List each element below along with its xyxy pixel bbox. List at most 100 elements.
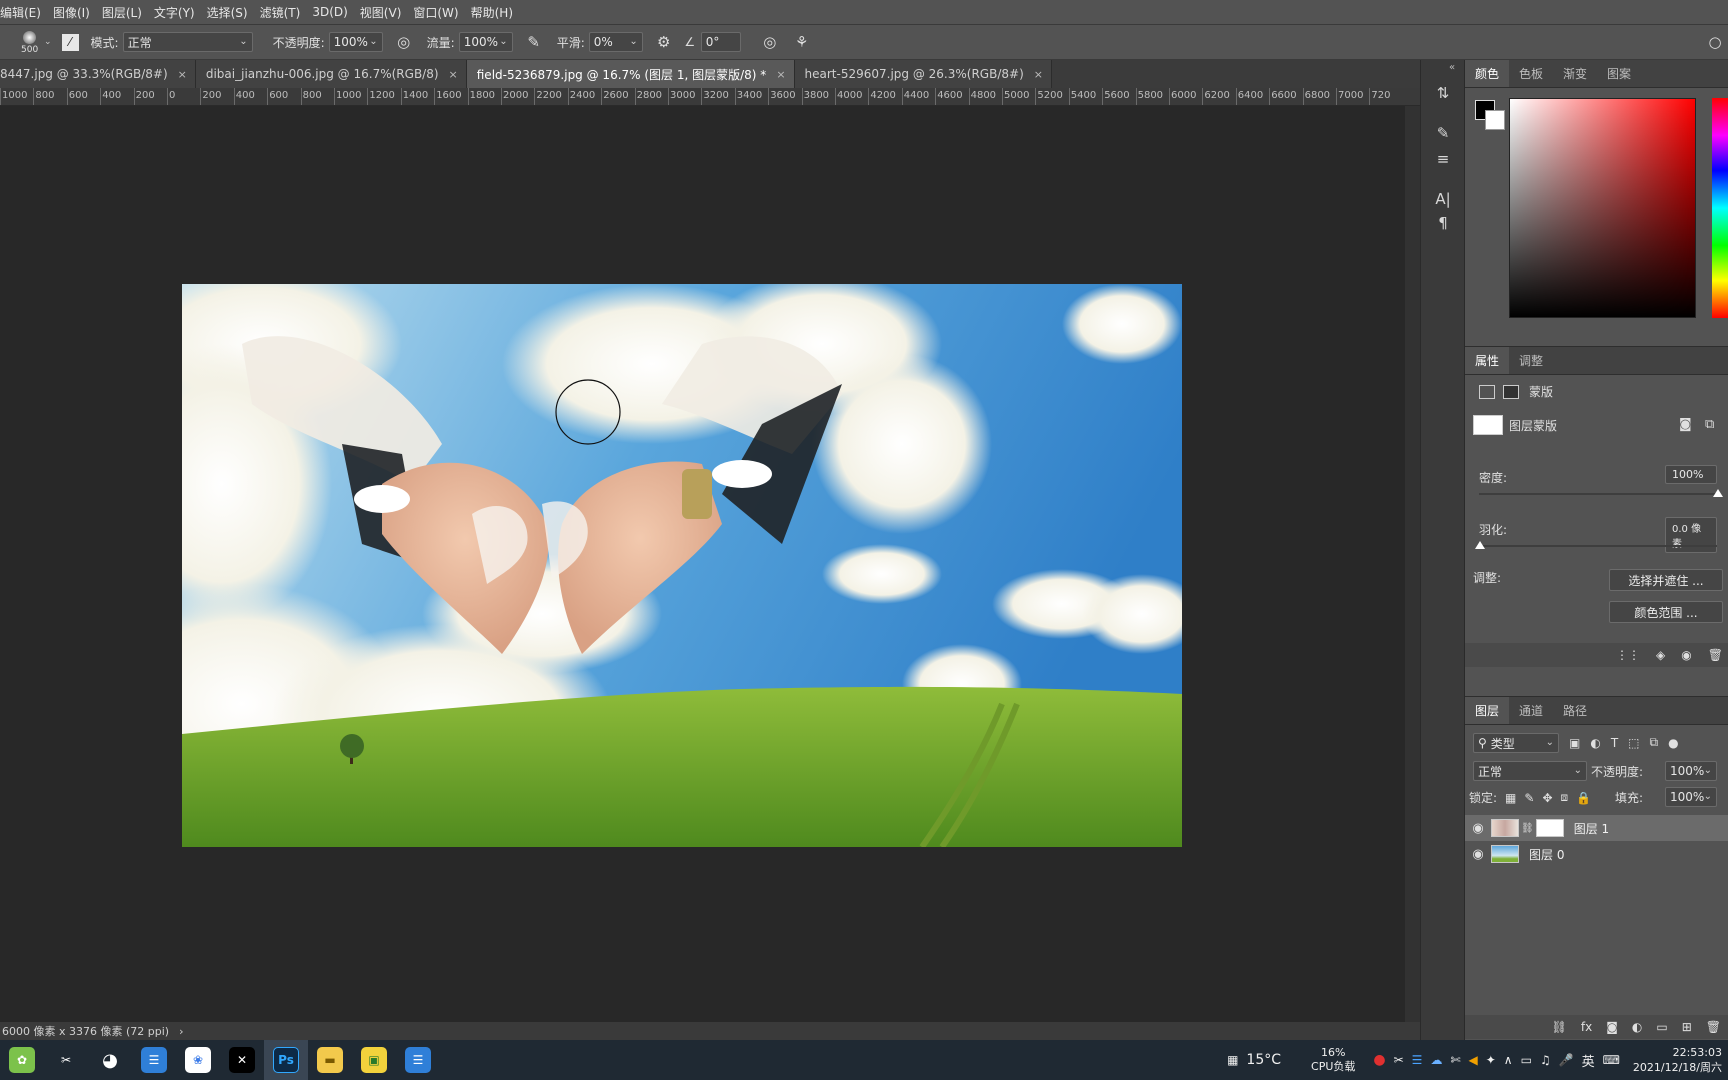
fill-field[interactable]: 100% ⌄ xyxy=(1665,787,1717,807)
brush-settings-icon[interactable]: ✎ xyxy=(1432,122,1454,144)
lock-artboard-icon[interactable]: ⧈ xyxy=(1561,790,1569,805)
layers-tab-0[interactable]: 图层 xyxy=(1465,697,1510,724)
trash-icon[interactable]: 🗑 xyxy=(1706,1020,1721,1034)
brush-preset-picker[interactable]: 500 xyxy=(10,27,46,57)
background-color-swatch[interactable] xyxy=(1485,110,1505,130)
eye-icon[interactable]: ◉ xyxy=(1465,847,1491,862)
taskbar-app-1[interactable]: ✿ xyxy=(0,1040,44,1080)
shape-filter-icon[interactable]: ⬚ xyxy=(1628,736,1639,750)
color-tab-3[interactable]: 图案 xyxy=(1597,60,1641,87)
microphone-icon[interactable]: 🎤 xyxy=(1559,1053,1574,1067)
gear-icon[interactable]: ⚙ xyxy=(653,31,675,53)
color-tab-1[interactable]: 色板 xyxy=(1509,60,1553,87)
eye-icon[interactable]: ◉ xyxy=(1681,648,1691,662)
smartobject-filter-icon[interactable]: ⧉ xyxy=(1650,735,1659,750)
vector-mask-icon[interactable] xyxy=(1503,384,1519,399)
taskbar-app-2[interactable]: ✂ xyxy=(44,1040,88,1080)
taskbar-app-4[interactable]: ☰ xyxy=(132,1040,176,1080)
cpu-meter[interactable]: 16% CPU负载 xyxy=(1311,1046,1355,1074)
vertical-scrollbar[interactable] xyxy=(1405,106,1420,1026)
menu-item-8[interactable]: 窗口(W) xyxy=(407,4,464,21)
taskbar-app-5[interactable]: ❀ xyxy=(176,1040,220,1080)
lock-transparent-icon[interactable]: ▦ xyxy=(1505,791,1516,805)
adjustments-icon[interactable]: ≡ xyxy=(1432,148,1454,170)
close-icon[interactable]: × xyxy=(1034,68,1043,81)
add-mask-icon[interactable]: ◙ xyxy=(1606,1020,1618,1034)
color-tab-2[interactable]: 渐变 xyxy=(1553,60,1597,87)
layer-opacity-field[interactable]: 100% ⌄ xyxy=(1665,761,1717,781)
feather-field[interactable]: 0.0 像素 xyxy=(1665,517,1717,553)
document-tab-1[interactable]: dibai_jianzhu-006.jpg @ 16.7%(RGB/8) × xyxy=(195,60,467,88)
adjustment-layer-icon[interactable]: ◐ xyxy=(1632,1020,1642,1034)
menu-item-9[interactable]: 帮助(H) xyxy=(465,4,519,21)
type-filter-icon[interactable]: T xyxy=(1611,736,1618,750)
blend-mode-select[interactable]: 正常 ⌄ xyxy=(1473,761,1587,781)
pixel-mask-icon[interactable] xyxy=(1479,384,1495,399)
adjustment-filter-icon[interactable]: ◐ xyxy=(1590,736,1600,750)
hue-slider[interactable] xyxy=(1712,98,1728,318)
density-slider[interactable] xyxy=(1479,493,1717,495)
taskbar-app-capcut[interactable]: ✕ xyxy=(220,1040,264,1080)
taskbar-app-qq[interactable]: ◕ xyxy=(88,1040,132,1080)
close-icon[interactable]: × xyxy=(776,68,785,81)
menu-item-6[interactable]: 3D(D) xyxy=(306,5,353,19)
lock-all-icon[interactable]: 🔒 xyxy=(1576,791,1591,805)
tray-app-icon[interactable]: ✂ xyxy=(1394,1053,1404,1067)
pressure-opacity-icon[interactable]: ◎ xyxy=(393,31,415,53)
link-icon[interactable]: ⛓ xyxy=(1521,823,1534,834)
paragraph-icon[interactable]: ¶ xyxy=(1432,212,1454,234)
menu-item-7[interactable]: 视图(V) xyxy=(354,4,408,21)
menu-item-0[interactable]: 编辑(E) xyxy=(0,4,47,21)
brush-settings-icon[interactable]: ⁄ xyxy=(61,33,79,51)
taskbar-app-explorer[interactable]: ▬ xyxy=(308,1040,352,1080)
density-slider-knob[interactable] xyxy=(1713,489,1723,497)
layer-mask-thumbnail[interactable] xyxy=(1535,819,1564,837)
menu-item-1[interactable]: 图像(I) xyxy=(47,4,96,21)
properties-tab-0[interactable]: 属性 xyxy=(1465,347,1510,374)
opacity-field[interactable]: 100% ⌄ xyxy=(328,32,383,52)
taskbar-app-10[interactable]: ☰ xyxy=(396,1040,440,1080)
ime-indicator[interactable]: 英 xyxy=(1582,1051,1595,1070)
color-picker-field[interactable] xyxy=(1509,98,1696,318)
weather-icon[interactable]: ▦ xyxy=(1227,1053,1238,1067)
tray-shoe-icon[interactable]: ✦ xyxy=(1486,1053,1496,1067)
image-filter-icon[interactable]: ▣ xyxy=(1569,736,1580,750)
status-arrow-icon[interactable]: › xyxy=(179,1025,183,1038)
flow-field[interactable]: 100% ⌄ xyxy=(458,32,513,52)
select-and-mask-button[interactable]: 选择并遮住 ... xyxy=(1609,569,1723,591)
lock-position-icon[interactable]: ✥ xyxy=(1542,791,1552,805)
network-icon[interactable]: ▭ xyxy=(1521,1053,1532,1067)
eye-icon[interactable]: ◉ xyxy=(1465,821,1491,836)
symmetry-icon[interactable]: ⚘ xyxy=(791,31,813,53)
feather-slider-knob[interactable] xyxy=(1475,541,1485,549)
fx-icon[interactable]: fx xyxy=(1581,1020,1592,1034)
tray-chevron-icon[interactable]: ∧ xyxy=(1504,1053,1513,1067)
close-icon[interactable]: × xyxy=(449,68,458,81)
trash-icon[interactable]: 🗑 xyxy=(1708,648,1723,662)
record-icon[interactable]: ● xyxy=(1373,1052,1385,1068)
density-field[interactable]: 100% xyxy=(1665,465,1717,484)
document-tab-0[interactable]: 8447.jpg @ 33.3%(RGB/8#) × xyxy=(0,60,196,88)
tray-flag-icon[interactable]: ◀ xyxy=(1469,1053,1478,1067)
apply-mask-icon[interactable]: ◙ xyxy=(1679,417,1692,432)
history-icon[interactable]: ⇅ xyxy=(1432,82,1454,104)
properties-tab-1[interactable]: 调整 xyxy=(1509,347,1553,374)
document-tab-3[interactable]: heart-529607.jpg @ 26.3%(RGB/8#) × xyxy=(794,60,1052,88)
selection-icon[interactable]: ⋮⋮ xyxy=(1616,648,1640,662)
smooth-field[interactable]: 0% ⌄ xyxy=(588,32,643,52)
pressure-size-icon[interactable]: ◎ xyxy=(759,31,781,53)
tray-cloud-icon[interactable]: ☁ xyxy=(1430,1053,1442,1067)
layer-row-0[interactable]: ◉ 图层 0 xyxy=(1465,841,1728,867)
taskbar-app-photoshop[interactable]: Ps xyxy=(264,1040,308,1080)
menu-item-3[interactable]: 文字(Y) xyxy=(148,4,201,21)
document-tab-2[interactable]: field-5236879.jpg @ 16.7% (图层 1, 图层蒙版/8)… xyxy=(466,60,795,88)
feather-slider[interactable] xyxy=(1479,545,1717,547)
layers-tab-1[interactable]: 通道 xyxy=(1509,697,1553,724)
close-icon[interactable]: × xyxy=(178,68,187,81)
temperature[interactable]: 15°C xyxy=(1246,1052,1281,1068)
color-range-button[interactable]: 颜色范围 ... xyxy=(1609,601,1723,623)
clock[interactable]: 22:53:03 2021/12/18/周六 xyxy=(1628,1045,1728,1075)
menu-item-5[interactable]: 滤镜(T) xyxy=(254,4,307,21)
character-icon[interactable]: A| xyxy=(1432,188,1454,210)
mode-select[interactable]: 正常 ⌄ xyxy=(122,32,253,52)
